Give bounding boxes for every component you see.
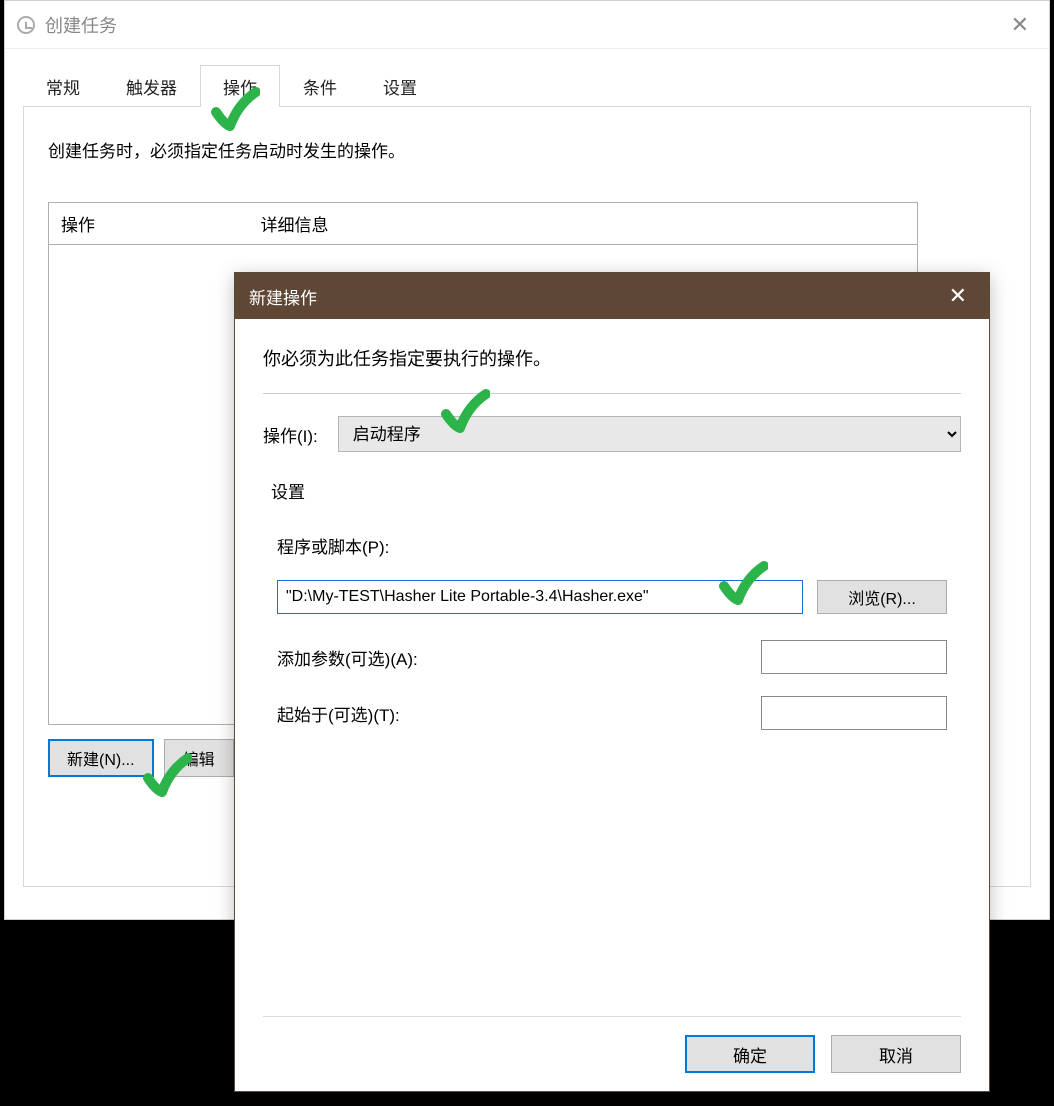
tab-conditions[interactable]: 条件 xyxy=(280,65,360,107)
child-close-button[interactable]: ✕ xyxy=(941,283,975,309)
args-input[interactable] xyxy=(761,640,947,674)
startin-label: 起始于(可选)(T): xyxy=(277,701,400,726)
parent-close-button[interactable]: ✕ xyxy=(1003,12,1037,38)
clock-icon xyxy=(17,16,35,34)
edit-action-button[interactable]: 编辑 xyxy=(164,739,234,777)
tab-description: 创建任务时，必须指定任务启动时发生的操作。 xyxy=(48,137,1006,162)
tab-general[interactable]: 常规 xyxy=(23,65,103,107)
settings-legend: 设置 xyxy=(271,478,947,503)
ok-button[interactable]: 确定 xyxy=(685,1035,815,1073)
new-action-dialog: 新建操作 ✕ 你必须为此任务指定要执行的操作。 操作(I): 启动程序 设置 程… xyxy=(234,272,990,1092)
col-action[interactable]: 操作 xyxy=(49,203,249,245)
args-label: 添加参数(可选)(A): xyxy=(277,645,418,670)
tab-settings[interactable]: 设置 xyxy=(360,65,440,107)
cancel-button[interactable]: 取消 xyxy=(831,1035,961,1073)
child-description: 你必须为此任务指定要执行的操作。 xyxy=(263,345,961,394)
parent-titlebar: 创建任务 ✕ xyxy=(5,1,1049,49)
action-label: 操作(I): xyxy=(263,422,318,447)
action-select[interactable]: 启动程序 xyxy=(338,416,961,452)
startin-input[interactable] xyxy=(761,696,947,730)
tab-triggers[interactable]: 触发器 xyxy=(103,65,200,107)
col-details[interactable]: 详细信息 xyxy=(249,203,918,245)
browse-button[interactable]: 浏览(R)... xyxy=(817,580,947,614)
parent-title: 创建任务 xyxy=(45,12,117,38)
child-titlebar: 新建操作 ✕ xyxy=(235,273,989,319)
child-title: 新建操作 xyxy=(249,284,317,309)
program-input[interactable] xyxy=(277,580,803,614)
new-action-button[interactable]: 新建(N)... xyxy=(48,739,154,777)
program-label: 程序或脚本(P): xyxy=(277,533,389,558)
settings-group: 设置 程序或脚本(P): 浏览(R)... 添加参数(可选)(A): 起始于(可… xyxy=(263,478,961,1016)
tabs: 常规 触发器 操作 条件 设置 xyxy=(23,67,1031,107)
tab-actions[interactable]: 操作 xyxy=(200,65,280,107)
actions-table: 操作 详细信息 xyxy=(48,202,918,245)
